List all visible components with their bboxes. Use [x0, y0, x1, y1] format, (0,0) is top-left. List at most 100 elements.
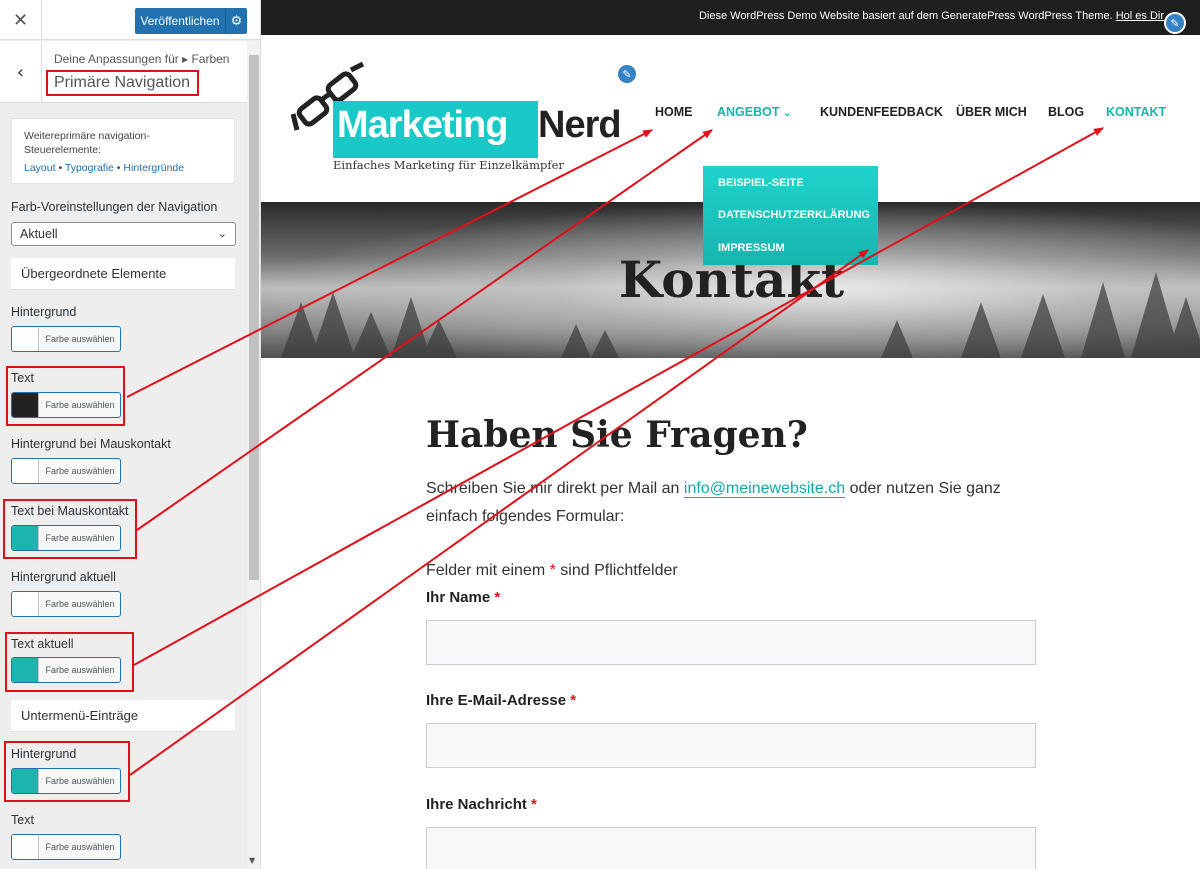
nav-home[interactable]: HOME [655, 105, 693, 119]
nav-angebot[interactable]: ANGEBOT ⌄ [717, 105, 791, 119]
nav-angebot-label: ANGEBOT [717, 105, 780, 119]
separator: • [55, 162, 65, 174]
site-preview: Diese WordPress Demo Website basiert auf… [261, 0, 1200, 869]
link-layout[interactable]: Layout [24, 162, 56, 174]
submenu-impressum[interactable]: IMPRESSUM [718, 242, 785, 254]
color-swatch [12, 526, 39, 550]
top-bar-link[interactable]: Hol es Dir [1116, 10, 1164, 22]
submenu-beispiel-seite[interactable]: BEISPIEL-SEITE [718, 177, 804, 189]
color-swatch [12, 658, 39, 682]
nav-ueber-mich[interactable]: ÜBER MICH [956, 105, 1027, 119]
color-picker-label: Farbe auswählen [45, 400, 115, 410]
section-header: ‹ Deine Anpassungen für ▸ Farben Primäre… [0, 41, 247, 103]
nav-blog[interactable]: BLOG [1048, 105, 1084, 119]
color-picker-text-current[interactable]: Farbe auswählen [11, 657, 121, 683]
intro-before: Schreiben Sie mir direkt per Mail an [426, 480, 680, 497]
section-title: Primäre Navigation [46, 70, 199, 96]
nav-kundenfeedback[interactable]: KUNDENFEEDBACK [820, 105, 943, 119]
email-link[interactable]: info@meinewebsite.ch [683, 480, 846, 498]
color-picker-text[interactable]: Farbe auswählen [11, 392, 121, 418]
color-picker-label: Farbe auswählen [45, 665, 115, 675]
scroll-thumb[interactable] [249, 55, 259, 580]
color-label-background-current: Hintergrund aktuell [11, 570, 116, 584]
required-star: * [531, 796, 537, 813]
publish-button[interactable]: Veröffentlichen [135, 8, 225, 34]
nav-kontakt[interactable]: KONTAKT [1106, 105, 1166, 119]
edit-pencil-icon[interactable]: ✎ [1164, 12, 1186, 34]
top-bar-text: Diese WordPress Demo Website basiert auf… [699, 10, 1164, 22]
top-bar-message: Diese WordPress Demo Website basiert auf… [698, 10, 1113, 22]
customizer-sidebar: ✕ Veröffentlichen ⚙ ‹ Deine Anpassungen … [0, 0, 261, 869]
back-arrow-icon[interactable]: ‹ [0, 41, 42, 103]
required-star: * [494, 589, 501, 606]
label-email: Ihre E-Mail-Adresse * [426, 692, 576, 709]
required-after: sind Pflichtfelder [560, 562, 678, 579]
email-input[interactable] [426, 723, 1036, 768]
color-swatch [12, 327, 39, 351]
required-before: Felder mit einem [426, 562, 546, 579]
label-name: Ihr Name * [426, 589, 500, 606]
color-picker-submenu-background[interactable]: Farbe auswählen [11, 768, 121, 794]
color-label-text-hover: Text bei Mauskontakt [11, 504, 129, 518]
edit-pencil-icon[interactable]: ✎ [616, 63, 638, 85]
logo-text-nerd[interactable]: Nerd [538, 104, 622, 147]
intro-text-line2: einfach folgendes Formular: [426, 508, 625, 525]
top-bar: Diese WordPress Demo Website basiert auf… [261, 0, 1200, 35]
chevron-down-icon: ⌄ [782, 108, 792, 119]
label-message: Ihre Nachricht * [426, 796, 537, 813]
message-textarea[interactable] [426, 827, 1036, 869]
submenu-dropdown: BEISPIEL-SEITE DATENSCHUTZERKLÄRUNG IMPR… [703, 166, 878, 265]
close-icon[interactable]: ✕ [0, 0, 42, 40]
label-message-text: Ihre Nachricht [426, 796, 527, 813]
intro-after: oder nutzen Sie ganz [849, 480, 1001, 497]
color-picker-label: Farbe auswählen [45, 776, 115, 786]
color-picker-label: Farbe auswählen [45, 466, 115, 476]
color-swatch [12, 769, 39, 793]
color-picker-background-hover[interactable]: Farbe auswählen [11, 458, 121, 484]
link-hintergruende[interactable]: Hintergründe [123, 162, 184, 174]
color-label-submenu-background: Hintergrund [11, 747, 77, 761]
preset-label: Farb-Voreinstellungen der Navigation [11, 200, 218, 214]
color-picker-label: Farbe auswählen [45, 334, 115, 344]
breadcrumb: Deine Anpassungen für ▸ Farben [54, 52, 230, 66]
more-controls-heading: Weitereprimäre navigation-Steuerelemente… [24, 130, 150, 156]
color-picker-text-hover[interactable]: Farbe auswählen [11, 525, 121, 551]
color-picker-background-current[interactable]: Farbe auswählen [11, 591, 121, 617]
label-name-text: Ihr Name [426, 589, 491, 606]
logo-text-marketing[interactable]: Marketing [337, 104, 508, 147]
color-swatch [12, 393, 39, 417]
label-email-text: Ihre E-Mail-Adresse [426, 692, 567, 709]
customizer-header: ✕ Veröffentlichen ⚙ [0, 0, 260, 40]
gear-icon[interactable]: ⚙ [225, 8, 247, 34]
required-star: * [549, 562, 556, 579]
more-controls-card: Weitereprimäre navigation-Steuerelemente… [11, 118, 235, 184]
color-picker-label: Farbe auswählen [45, 842, 115, 852]
sidebar-scrollbar[interactable]: ▼ [247, 41, 260, 869]
color-picker-background[interactable]: Farbe auswählen [11, 326, 121, 352]
link-typografie[interactable]: Typografie [65, 162, 114, 174]
required-star: * [570, 692, 577, 709]
group-submenu-items: Untermenü-Einträge [11, 700, 235, 732]
separator: • [113, 162, 124, 174]
color-picker-label: Farbe auswählen [45, 599, 115, 609]
chevron-down-icon: ⌄ [217, 228, 227, 240]
preset-value: Aktuell [20, 227, 58, 241]
color-label-background-hover: Hintergrund bei Mauskontakt [11, 437, 171, 451]
color-picker-label: Farbe auswählen [45, 533, 115, 543]
color-label-text: Text [11, 371, 34, 385]
name-input[interactable] [426, 620, 1036, 665]
required-note: Felder mit einem * sind Pflichtfelder [426, 562, 678, 580]
page-heading: Haben Sie Fragen? [426, 414, 808, 456]
logo-tagline: Einfaches Marketing für Einzelkämpfer [333, 158, 564, 172]
preset-select[interactable]: Aktuell ⌄ [11, 222, 236, 246]
intro-text: Schreiben Sie mir direkt per Mail an inf… [426, 480, 1001, 498]
color-swatch [12, 592, 39, 616]
color-picker-submenu-text[interactable]: Farbe auswählen [11, 834, 121, 860]
group-parent-elements: Übergeordnete Elemente [11, 258, 235, 290]
color-label-text-current: Text aktuell [11, 637, 74, 651]
submenu-datenschutz[interactable]: DATENSCHUTZERKLÄRUNG [718, 209, 870, 221]
scroll-down-icon[interactable]: ▼ [249, 856, 255, 865]
color-swatch [12, 459, 39, 483]
color-label-submenu-text: Text [11, 813, 34, 827]
color-swatch [12, 835, 39, 859]
